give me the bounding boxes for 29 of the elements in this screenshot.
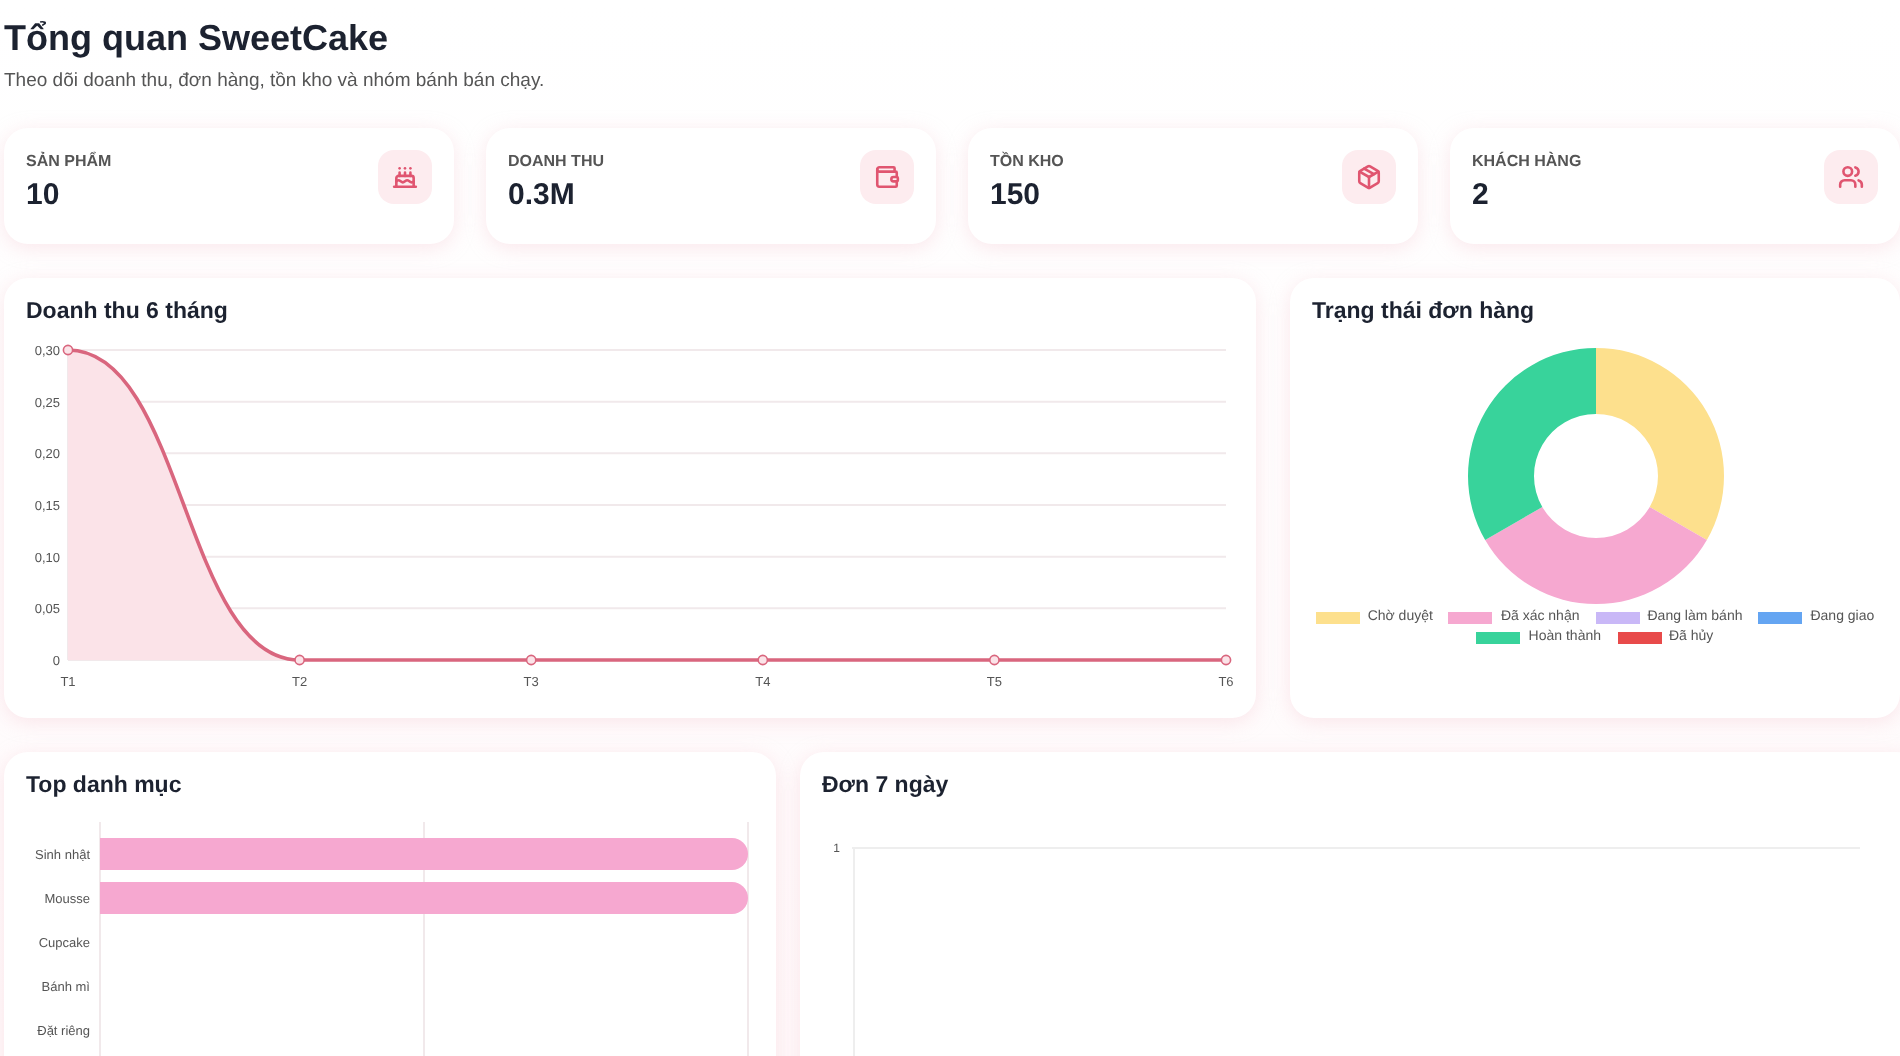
stat-value: 10 (26, 178, 62, 212)
users-icon (1824, 150, 1878, 204)
legend-swatch (1758, 611, 1803, 623)
stat-label: SẢN PHẨM (26, 152, 112, 170)
card-title: Top danh mục (24, 772, 184, 800)
wallet-icon (860, 150, 914, 204)
card-title: Doanh thu 6 tháng (24, 298, 230, 326)
data-point (525, 654, 537, 666)
box-icon (1342, 150, 1396, 204)
stat-value: 150 (990, 178, 1043, 212)
legend-swatch (1595, 611, 1640, 623)
legend-swatch (1315, 611, 1360, 623)
page-subtitle: Theo dõi doanh thu, đơn hàng, tồn kho và nhóm bánh bán chạy. (4, 70, 547, 92)
page-title: Tổng quan SweetCake (4, 16, 391, 60)
data-point (294, 654, 305, 666)
legend-swatch (1448, 611, 1493, 623)
cake-icon (378, 150, 432, 204)
data-point (757, 654, 769, 666)
stat-value: 0.3M (508, 178, 577, 212)
card-title: Trạng thái đơn hàng (1310, 298, 1537, 326)
stat-label: KHÁCH HÀNG (1472, 152, 1582, 170)
card-title: Đơn 7 ngày (820, 772, 951, 800)
data-point (989, 654, 1000, 666)
stat-label: TỒN KHO (990, 152, 1064, 170)
legend-swatch (1476, 631, 1521, 643)
stat-label: DOANH THU (508, 152, 604, 170)
stat-value: 2 (1472, 178, 1491, 212)
data-point (1220, 654, 1232, 666)
legend-swatch (1617, 631, 1661, 643)
